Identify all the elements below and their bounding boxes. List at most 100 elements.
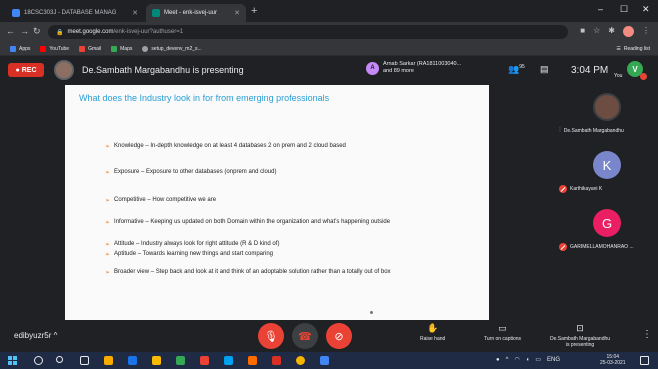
back-icon[interactable]: ←: [6, 26, 15, 36]
reload-icon[interactable]: ↻: [33, 26, 41, 37]
url-path: /enk-isvej-uur?authuser=1: [113, 29, 184, 35]
list-item: ➢ Broader view – Step back and look at it…: [105, 269, 391, 276]
close-tab-icon[interactable]: ✕: [132, 9, 138, 17]
record-dot-icon: ●: [15, 66, 20, 74]
language-indicator[interactable]: ENG: [547, 357, 560, 363]
presenting-button[interactable]: ⊡ De.Sambath Margabandhu is presenting: [550, 323, 610, 348]
cortana-icon[interactable]: [56, 356, 63, 363]
forward-icon[interactable]: →: [20, 26, 29, 36]
tab-favicon-icon: [12, 9, 20, 17]
user-icon[interactable]: ●: [496, 357, 500, 363]
meet-main: What does the Industry look in for from …: [0, 85, 658, 320]
chevron-up-icon: ^: [53, 331, 58, 340]
arrow-bullet-icon: ➢: [105, 270, 111, 276]
battery-icon[interactable]: ▭: [535, 356, 541, 363]
vscode-icon[interactable]: [224, 356, 233, 365]
mic-toggle-button[interactable]: 🎙: [258, 323, 284, 349]
profile-avatar[interactable]: [623, 26, 634, 37]
bookmark-label: Apps: [19, 45, 31, 52]
avatar: A: [366, 61, 379, 75]
bookmark-label: setup_devenv_m2_s...: [151, 45, 202, 52]
edge-icon[interactable]: [128, 356, 137, 365]
wifi-icon[interactable]: ◠: [514, 356, 519, 363]
bookmark-setup[interactable]: setup_devenv_m2_s...: [142, 45, 202, 52]
presenter-avatar: [54, 60, 74, 80]
slide-title: What does the Industry look in for from …: [79, 93, 330, 103]
notification-badge: [640, 73, 647, 80]
windows-start-icon[interactable]: [8, 356, 17, 365]
bullet-text: Attitude – Industry always look for righ…: [114, 241, 280, 247]
bullet-text: Broader view – Step back and look at it …: [114, 269, 391, 275]
arrow-bullet-icon: ➢: [105, 242, 111, 248]
store-icon[interactable]: [152, 356, 161, 365]
task-view-icon[interactable]: [80, 356, 89, 365]
bookmark-apps[interactable]: Apps: [10, 45, 31, 52]
new-tab-button[interactable]: +: [251, 5, 257, 17]
hand-icon: ✋: [427, 323, 439, 333]
bookmark-gmail[interactable]: Gmail: [79, 45, 101, 52]
rec-label: REC: [21, 66, 37, 74]
tab-title: Meet - enk-isvej-uur: [164, 10, 218, 16]
bullet-text: Informative – Keeping us updated on both…: [114, 219, 391, 225]
powerpoint-icon[interactable]: [272, 356, 281, 365]
list-item: ➢ Attitude – Industry always look for rig…: [105, 241, 279, 248]
leave-call-button[interactable]: ☎: [292, 323, 318, 349]
other-participants[interactable]: A Arnab Sarkar (RA1811003040... and 89 m…: [366, 61, 461, 75]
arrow-bullet-icon: ➢: [105, 220, 111, 226]
participant-label: Karthikayani K: [559, 185, 602, 193]
browser-tab-strip: 18CSC303J - DATABASE MANAG ✕ Meet - enk-…: [0, 0, 658, 22]
date-text: 25-03-2021: [600, 360, 626, 366]
chevron-up-icon[interactable]: ^: [506, 357, 509, 363]
maximize-icon[interactable]: ☐: [620, 4, 628, 15]
extensions-icon[interactable]: ✱: [608, 26, 615, 37]
participant-tiles: ⫶ De.Sambath Margabandhu K Karthikayani …: [555, 85, 658, 320]
minimize-icon[interactable]: –: [598, 4, 603, 14]
list-item: ➢ Competitive – How competitive we are: [105, 197, 216, 204]
chrome-icon[interactable]: [296, 356, 305, 365]
reading-list-icon: ☰: [616, 45, 621, 52]
office-icon[interactable]: [200, 356, 209, 365]
raise-hand-button[interactable]: ✋ Raise hand: [420, 323, 445, 342]
meeting-clock: 3:04 PM: [571, 65, 609, 76]
photos-icon[interactable]: [176, 356, 185, 365]
participant-name: GARIMELLAMOHANRAO ...: [570, 244, 634, 250]
participant-label: ⫶ De.Sambath Margabandhu: [559, 127, 624, 135]
notification-icon[interactable]: [640, 356, 649, 365]
camera-toggle-button[interactable]: ⊘: [326, 323, 352, 349]
close-tab-icon[interactable]: ✕: [234, 9, 240, 17]
more-options-icon[interactable]: ⋮: [642, 329, 652, 340]
people-icon[interactable]: 👥95: [508, 64, 525, 75]
gmail-icon: [79, 45, 86, 52]
bookmark-label: YouTube: [49, 45, 70, 52]
present-icon: ⊡: [576, 323, 584, 333]
bookmark-maps[interactable]: Maps: [111, 45, 132, 52]
app-icon[interactable]: [248, 356, 257, 365]
chat-icon[interactable]: ▤: [540, 64, 549, 75]
toolbar-icons: ■ ☆ ✱ ⋮: [580, 26, 650, 37]
menu-icon[interactable]: ⋮: [642, 26, 650, 37]
volume-icon[interactable]: ◖: [526, 357, 530, 363]
meeting-code-text: edibyuzr5r: [14, 331, 52, 340]
bullet-text: Aptitude – Towards learning new things a…: [114, 251, 274, 257]
taskbar-clock[interactable]: 15:04 25-03-2021: [600, 354, 626, 366]
avatar: [593, 93, 621, 121]
camera-icon[interactable]: ■: [580, 26, 585, 37]
reading-list[interactable]: ☰ Reading list: [616, 46, 650, 52]
search-icon[interactable]: [34, 356, 43, 365]
star-icon[interactable]: ☆: [593, 26, 600, 37]
captions-button[interactable]: ▭ Turn on captions: [484, 323, 521, 342]
file-explorer-icon[interactable]: [104, 356, 113, 365]
presenting-label: is presenting: [565, 342, 595, 348]
list-item: ➢ Exposure – Exposure to other databases …: [105, 169, 276, 176]
tab-meet[interactable]: Meet - enk-isvej-uur ✕: [146, 4, 246, 22]
meeting-code[interactable]: edibyuzr5r ^: [14, 331, 57, 340]
close-window-icon[interactable]: ✕: [642, 4, 650, 15]
app-icon[interactable]: [320, 356, 329, 365]
speaking-icon: ⫶: [559, 127, 561, 134]
participant-tile[interactable]: G GARIMELLAMOHANRAO ...: [555, 201, 658, 269]
address-bar[interactable]: 🔒 meet.google.com /enk-isvej-uur?authuse…: [48, 25, 568, 39]
tab-database[interactable]: 18CSC303J - DATABASE MANAG ✕: [6, 4, 144, 22]
mic-off-icon: [559, 243, 567, 251]
meet-favicon-icon: [152, 9, 160, 17]
bookmark-youtube[interactable]: YouTube: [40, 45, 70, 52]
